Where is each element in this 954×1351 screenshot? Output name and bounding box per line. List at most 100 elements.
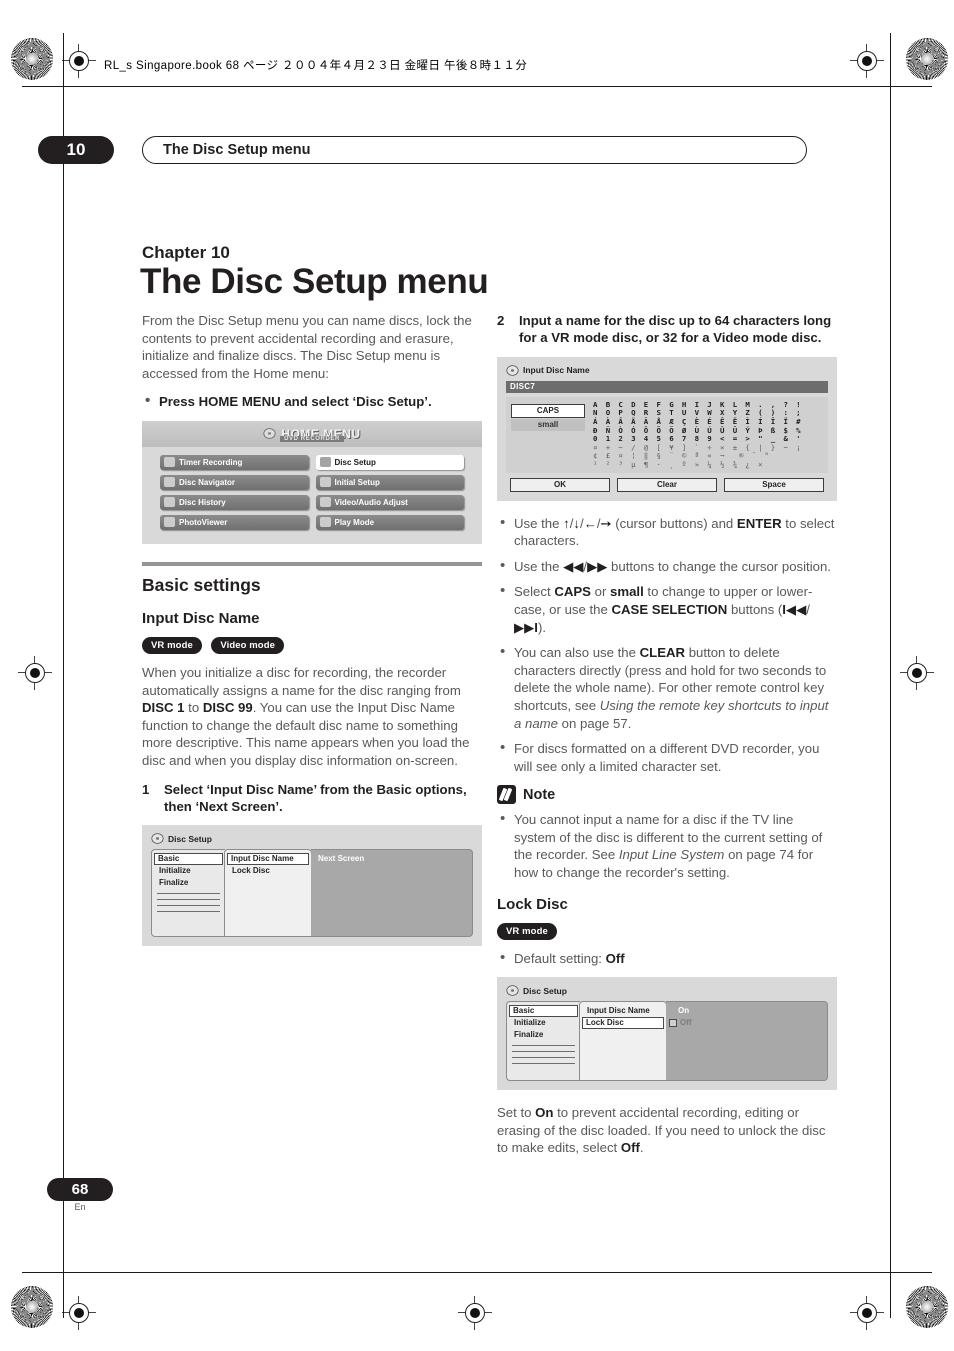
- radio-indicator-icon: [669, 1019, 677, 1028]
- registration-cross-top-left: [62, 44, 96, 78]
- note-italic-ref: Input Line System: [618, 847, 725, 863]
- disc-setup-category-pane: Basic Initialize Finalize: [151, 849, 225, 938]
- running-head-bar: The Disc Setup menu: [142, 136, 807, 164]
- divider: [512, 1051, 575, 1053]
- divider: [512, 1045, 575, 1047]
- home-menu-item-play-mode[interactable]: Play Mode: [315, 514, 464, 530]
- home-menu-left-column: Timer Recording Disc Navigator Disc Hist…: [160, 454, 309, 530]
- disc-setup-category-basic[interactable]: Basic: [154, 853, 223, 866]
- disc-setup-category-basic[interactable]: Basic: [509, 1005, 578, 1018]
- page-language-code: En: [74, 1202, 86, 1212]
- home-menu-item-disc-history[interactable]: Disc History: [160, 494, 309, 510]
- disc-setup-value-pane-2: On Off: [666, 1001, 828, 1082]
- disc-setup-value-pane: Next Screen: [311, 849, 473, 938]
- disc-setup-category-initialize[interactable]: Initialize: [152, 865, 225, 877]
- home-menu-item-label: Initial Setup: [334, 477, 380, 487]
- disc-setup-shot-title: Disc Setup: [168, 833, 212, 844]
- keyboard-body: CAPS small A B C D E F G H I J K L M . ,…: [506, 396, 828, 473]
- default-setting-value: Off: [605, 950, 625, 966]
- disc-setup-panes-2: Basic Initialize Finalize Input Disc Nam…: [506, 1001, 828, 1082]
- registration-cross-bottom-right: [850, 1296, 884, 1330]
- case-option-small[interactable]: small: [511, 418, 585, 431]
- step-1: 1 Select ‘Input Disc Name’ from the Basi…: [142, 781, 482, 816]
- home-menu-grid: Timer Recording Disc Navigator Disc Hist…: [142, 447, 482, 544]
- page-title: The Disc Setup menu: [140, 262, 489, 301]
- keyboard-shot-titlebar: Input Disc Name: [506, 365, 828, 376]
- registration-cross-mid-right: [900, 656, 934, 690]
- disc-setup-category-pane-2: Basic Initialize Finalize: [506, 1001, 580, 1082]
- mode-badges-lock-disc: VR mode: [497, 921, 837, 940]
- disc-name-entry-field[interactable]: DISC7: [506, 380, 828, 393]
- divider: [512, 1063, 575, 1065]
- character-row[interactable]: ¹ ² ³ µ ¶ · ¸ º » ¼ ½ ¾ ¿ ×: [593, 460, 823, 470]
- mode-badges-input-disc-name: VR mode Video mode: [142, 635, 482, 654]
- divider: [157, 905, 220, 907]
- space-button[interactable]: Space: [724, 477, 824, 492]
- home-menu-item-disc-setup[interactable]: Disc Setup: [315, 454, 464, 470]
- disc-setup-option-lock-disc[interactable]: Lock Disc: [582, 1017, 664, 1030]
- disc-setup-option-lock-disc[interactable]: Lock Disc: [225, 865, 311, 877]
- home-menu-item-label: Timer Recording: [179, 457, 243, 467]
- clock-icon: [164, 457, 175, 468]
- disc-setup-option-input-disc-name[interactable]: Input Disc Name: [580, 1005, 666, 1017]
- home-menu-item-video-audio-adjust[interactable]: Video/Audio Adjust: [315, 494, 464, 510]
- left-column: From the Disc Setup menu you can name di…: [142, 312, 482, 947]
- intro-paragraph: From the Disc Setup menu you can name di…: [142, 313, 472, 381]
- disc-setup-category-finalize[interactable]: Finalize: [152, 877, 225, 889]
- registration-burst-bottom-right: [906, 1286, 948, 1328]
- bullet-cursor-buttons: Use the ↑/↓/←/➙ (cursor buttons) and ENT…: [497, 514, 837, 550]
- character-grid: A B C D E F G H I J K L M . , ? ! N O P …: [585, 400, 823, 470]
- keyboard-instructions-list: Use the ↑/↓/←/➙ (cursor buttons) and ENT…: [497, 514, 837, 776]
- subsection-heading-lock-disc: Lock Disc: [497, 895, 568, 913]
- home-menu-item-timer-recording[interactable]: Timer Recording: [160, 454, 309, 470]
- home-menu-right-column: Disc Setup Initial Setup Video/Audio Adj…: [315, 454, 464, 530]
- home-menu-titlebar: HOME MENU DVD RECORDER: [142, 420, 482, 447]
- bullet-limited-charset: For discs formatted on a different DVD r…: [497, 739, 837, 775]
- disc-icon: [151, 833, 164, 845]
- disc-setup-value-next-screen[interactable]: Next Screen: [311, 853, 472, 865]
- note-page-ref: 74: [779, 847, 795, 863]
- lock-disc-value-off-label: Off: [680, 1018, 692, 1028]
- lock-disc-value-on[interactable]: On: [666, 1005, 827, 1017]
- disc-setup-shot2-titlebar: Disc Setup: [506, 985, 828, 997]
- disc-setup-icon: [319, 457, 331, 468]
- adjust-icon: [319, 497, 331, 508]
- case-selector: CAPS small: [511, 401, 585, 470]
- step-2-text: Input a name for the disc up to 64 chara…: [519, 313, 832, 346]
- disc-logo-icon: [263, 428, 276, 440]
- lock-disc-closing-paragraph: Set to On to prevent accidental recordin…: [497, 1105, 826, 1156]
- disc-setup-category-finalize[interactable]: Finalize: [507, 1029, 580, 1041]
- ok-button[interactable]: OK: [510, 477, 610, 492]
- badge-video-mode: Video mode: [211, 637, 284, 654]
- disc-setup-category-initialize[interactable]: Initialize: [507, 1017, 580, 1029]
- lock-disc-value-off[interactable]: Off: [666, 1017, 827, 1029]
- home-menu-item-label: Disc History: [179, 497, 226, 507]
- disc-setup-shot2-title: Disc Setup: [523, 985, 567, 996]
- note-bullet: You cannot input a name for a disc if th…: [497, 810, 837, 881]
- right-column: 2 Input a name for the disc up to 64 cha…: [497, 312, 837, 1168]
- lock-disc-default-list: Default setting: Off: [497, 949, 837, 968]
- disc-setup-screenshot-2: Disc Setup Basic Initialize Finalize Inp…: [497, 977, 837, 1091]
- bullet-case-selection: Select CAPS or small to change to upper …: [497, 582, 837, 636]
- disc-setup-shot-titlebar: Disc Setup: [151, 833, 473, 845]
- badge-vr-mode: VR mode: [142, 637, 202, 654]
- clear-button[interactable]: Clear: [617, 477, 717, 492]
- registration-burst-bottom-left: [11, 1286, 53, 1328]
- crop-mark-right-vertical: [890, 33, 891, 1318]
- case-option-caps[interactable]: CAPS: [511, 403, 585, 418]
- bullet-clear-button: You can also use the CLEAR button to del…: [497, 643, 837, 732]
- chapter-label: Chapter 10: [142, 243, 230, 262]
- home-menu-sublogo: DVD RECORDER: [280, 435, 344, 442]
- home-menu-item-photoviewer[interactable]: PhotoViewer: [160, 514, 309, 530]
- disc-setup-option-input-disc-name[interactable]: Input Disc Name: [227, 853, 309, 866]
- intro-bullet-list: Press HOME MENU and select ‘Disc Setup’.: [142, 392, 482, 411]
- home-menu-item-disc-navigator[interactable]: Disc Navigator: [160, 474, 309, 490]
- crop-mark-top-horizontal: [22, 86, 932, 87]
- divider: [157, 899, 220, 901]
- registration-cross-mid-left: [18, 656, 52, 690]
- page-number-badge: 68: [47, 1178, 113, 1201]
- home-menu-item-initial-setup[interactable]: Initial Setup: [315, 474, 464, 490]
- registration-burst-top-right: [906, 38, 948, 80]
- gear-icon: [319, 477, 331, 488]
- home-menu-screenshot: HOME MENU DVD RECORDER Timer Recording D…: [142, 420, 482, 544]
